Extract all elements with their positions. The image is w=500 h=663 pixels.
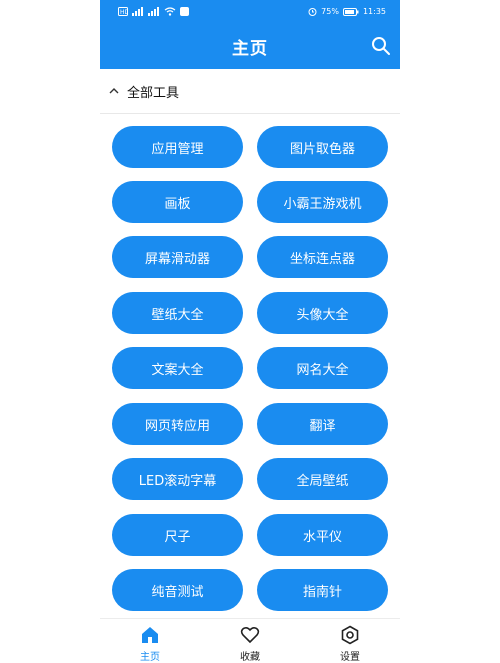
nav-label: 设置 [340, 652, 360, 663]
chevron-up-icon[interactable] [109, 86, 119, 96]
signal-icon [132, 7, 143, 16]
app-screen: HD 75% 11:35 主页 全部工具 应用管理 图片取色器 画板 小霸王游戏… [100, 0, 400, 663]
tool-button[interactable]: 尺子 [112, 514, 243, 556]
tool-button[interactable]: 指南针 [257, 569, 388, 611]
tool-button[interactable]: 纯音测试 [112, 569, 243, 611]
page-title: 主页 [232, 39, 268, 59]
top-bar: HD 75% 11:35 主页 [100, 0, 400, 69]
tool-button[interactable]: 图片取色器 [257, 126, 388, 168]
tool-button[interactable]: 屏幕滑动器 [112, 236, 243, 278]
nav-settings[interactable]: 设置 [320, 625, 380, 663]
settings-icon [341, 625, 359, 645]
tool-button[interactable]: 坐标连点器 [257, 236, 388, 278]
status-bar: HD 75% 11:35 [100, 0, 400, 24]
tool-button[interactable]: 应用管理 [112, 126, 243, 168]
tool-button[interactable]: 网页转应用 [112, 403, 243, 445]
section-label: 全部工具 [127, 86, 180, 101]
tool-button[interactable]: 画板 [112, 181, 243, 223]
nav-label: 收藏 [240, 652, 260, 663]
tool-button[interactable]: 翻译 [257, 403, 388, 445]
bottom-nav: 主页 收藏 设置 [100, 618, 400, 663]
tool-button[interactable]: 水平仪 [257, 514, 388, 556]
status-left: HD [118, 7, 189, 16]
svg-text:HD: HD [120, 9, 128, 16]
app-icon [180, 7, 189, 16]
wifi-icon [164, 7, 176, 16]
tool-button[interactable]: LED滚动字幕 [112, 458, 243, 500]
home-icon [142, 627, 158, 643]
nav-favorites[interactable]: 收藏 [220, 625, 280, 663]
nav-label: 主页 [140, 652, 160, 663]
tool-button[interactable]: 壁纸大全 [112, 292, 243, 334]
search-icon[interactable] [371, 36, 391, 56]
status-right: 75% 11:35 [308, 7, 386, 16]
tool-button[interactable]: 网名大全 [257, 347, 388, 389]
heart-icon [240, 626, 260, 644]
battery-icon [342, 7, 359, 16]
tool-button[interactable]: 文案大全 [112, 347, 243, 389]
battery-percent: 75% [321, 7, 339, 16]
signal-icon [148, 7, 159, 16]
nav-home[interactable]: 主页 [120, 625, 180, 663]
section-header[interactable]: 全部工具 [100, 69, 400, 114]
tool-button[interactable]: 全局壁纸 [257, 458, 388, 500]
alarm-icon [308, 8, 317, 16]
sim-icon: HD [118, 7, 128, 16]
tool-button[interactable]: 小霸王游戏机 [257, 181, 388, 223]
tool-button[interactable]: 头像大全 [257, 292, 388, 334]
status-time: 11:35 [362, 7, 386, 16]
